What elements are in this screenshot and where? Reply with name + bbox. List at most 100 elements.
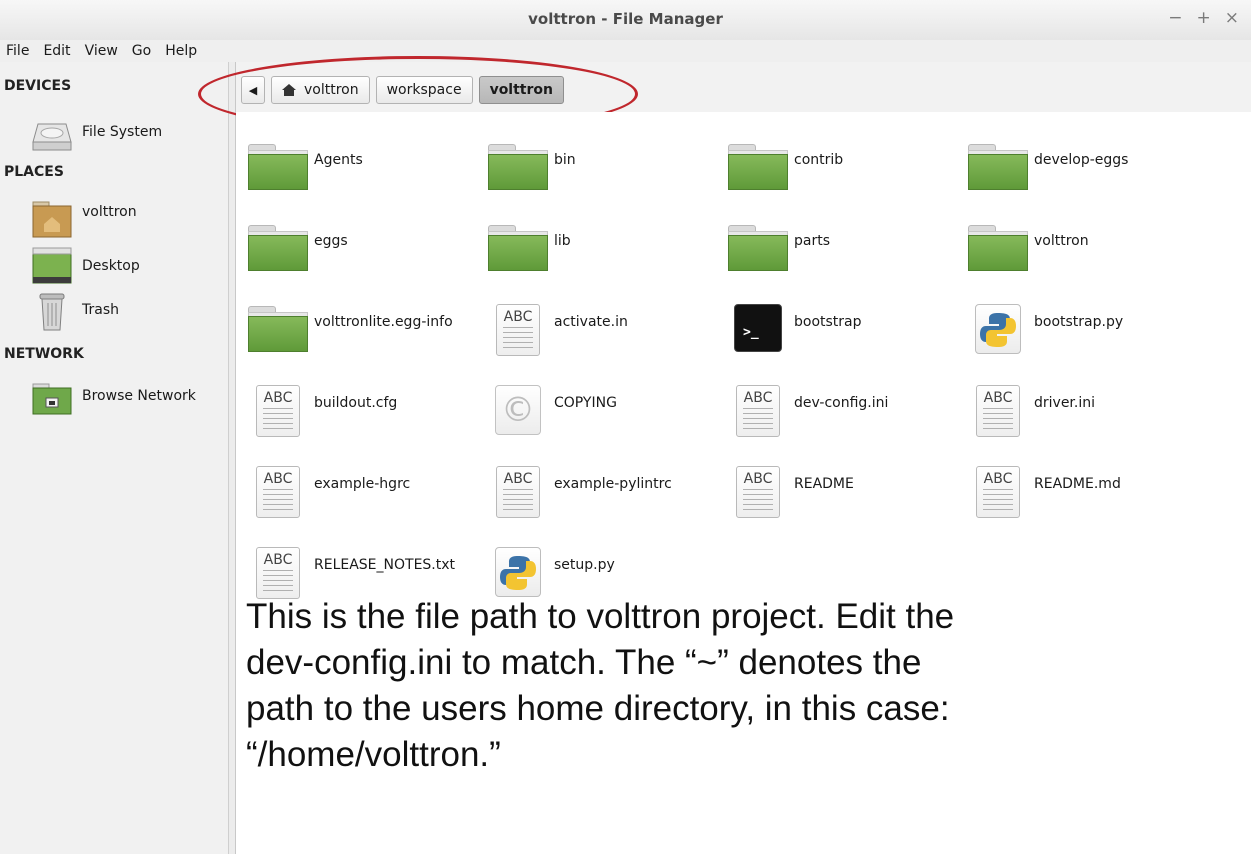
file-name: develop-eggs bbox=[1034, 152, 1129, 169]
text-file-icon: ABC bbox=[728, 466, 780, 518]
back-button[interactable]: ◀ bbox=[241, 76, 265, 104]
folder-icon bbox=[968, 223, 1028, 271]
folder-icon bbox=[488, 223, 548, 271]
section-places: PLACES bbox=[4, 164, 64, 180]
file-item[interactable]: ABC buildout.cfg bbox=[236, 377, 471, 443]
text-file-icon: ABC bbox=[728, 385, 780, 437]
python-file-icon bbox=[968, 304, 1021, 354]
file-name: lib bbox=[554, 233, 571, 250]
file-name: parts bbox=[794, 233, 831, 250]
file-name: RELEASE_NOTES.txt bbox=[314, 557, 456, 574]
file-item[interactable]: volttronlite.egg-info bbox=[236, 296, 471, 362]
file-item[interactable]: ABC activate.in bbox=[476, 296, 711, 362]
path-bar: ◀ volttron workspace volttron bbox=[241, 76, 564, 108]
crumb-workspace[interactable]: workspace bbox=[375, 76, 473, 104]
text-file-icon: ABC bbox=[248, 466, 300, 518]
sidebar-item-volttron[interactable]: volttron bbox=[32, 200, 222, 240]
file-name: Agents bbox=[314, 152, 363, 169]
file-name: setup.py bbox=[554, 557, 615, 574]
section-network: NETWORK bbox=[4, 346, 84, 362]
text-file-icon: ABC bbox=[488, 466, 540, 518]
file-name: dev-config.ini bbox=[794, 395, 889, 412]
file-item[interactable]: lib bbox=[476, 215, 711, 281]
crumb-volttron-current[interactable]: volttron bbox=[478, 76, 564, 104]
file-item[interactable]: bin bbox=[476, 134, 711, 200]
file-name: bootstrap bbox=[794, 314, 862, 331]
annotation-text: This is the file path to volttron projec… bbox=[246, 594, 1246, 778]
menu-help[interactable]: Help bbox=[165, 43, 197, 59]
folder-icon bbox=[248, 223, 308, 271]
file-item[interactable]: ABC example-hgrc bbox=[236, 458, 471, 524]
file-item[interactable]: eggs bbox=[236, 215, 471, 281]
trash-icon bbox=[39, 293, 65, 331]
file-name: bootstrap.py bbox=[1034, 314, 1124, 331]
sidebar-item-browse-network[interactable]: Browse Network bbox=[32, 382, 222, 422]
sidebar-item-trash[interactable]: Trash bbox=[32, 292, 222, 332]
file-item[interactable]: Agents bbox=[236, 134, 471, 200]
sidebar-item-label: File System bbox=[82, 124, 163, 140]
file-item[interactable]: ABC driver.ini bbox=[956, 377, 1191, 443]
file-item[interactable]: bootstrap.py bbox=[956, 296, 1191, 362]
folder-icon bbox=[968, 142, 1028, 190]
text-file-icon: ABC bbox=[248, 385, 300, 437]
file-item[interactable]: ABC example-pylintrc bbox=[476, 458, 711, 524]
text-file-icon: ABC bbox=[488, 304, 540, 356]
desktop-icon bbox=[32, 247, 72, 284]
file-name: COPYING bbox=[554, 395, 617, 412]
annotation-line-3: path to the users home directory, in thi… bbox=[246, 689, 950, 728]
menu-file[interactable]: File bbox=[6, 43, 29, 59]
crumb-home-volttron[interactable]: volttron bbox=[271, 76, 370, 104]
menu-edit[interactable]: Edit bbox=[43, 43, 70, 59]
folder-icon bbox=[248, 142, 308, 190]
sidebar-resize-handle[interactable] bbox=[229, 62, 236, 854]
file-name: example-hgrc bbox=[314, 476, 411, 493]
file-name: README.md bbox=[1034, 476, 1121, 493]
file-name: eggs bbox=[314, 233, 348, 250]
file-item[interactable]: ABC dev-config.ini bbox=[716, 377, 951, 443]
sidebar-item-desktop[interactable]: Desktop bbox=[32, 246, 222, 286]
copyright-file-icon: © bbox=[488, 385, 541, 435]
maximize-button[interactable]: + bbox=[1197, 8, 1211, 28]
menu-view[interactable]: View bbox=[85, 43, 118, 59]
section-devices: DEVICES bbox=[4, 78, 72, 94]
file-manager-window: volttron - File Manager − + × File Edit … bbox=[0, 0, 1251, 854]
file-name: contrib bbox=[794, 152, 844, 169]
annotation-line-1: This is the file path to volttron projec… bbox=[246, 597, 955, 636]
file-item[interactable]: © COPYING bbox=[476, 377, 711, 443]
file-item[interactable]: ABC README.md bbox=[956, 458, 1191, 524]
file-item[interactable]: >_ bootstrap bbox=[716, 296, 951, 362]
title-bar[interactable]: volttron - File Manager − + × bbox=[0, 0, 1251, 41]
folder-icon bbox=[728, 142, 788, 190]
file-name: bin bbox=[554, 152, 576, 169]
sidebar-item-label: Desktop bbox=[82, 258, 140, 274]
file-name: buildout.cfg bbox=[314, 395, 398, 412]
sidebar-item-label: volttron bbox=[82, 204, 137, 220]
window-title: volttron - File Manager bbox=[528, 10, 723, 28]
home-folder-icon bbox=[32, 201, 72, 238]
menu-bar: File Edit View Go Help bbox=[0, 40, 1251, 62]
file-name: volttron bbox=[1034, 233, 1089, 250]
file-name: example-pylintrc bbox=[554, 476, 672, 493]
close-button[interactable]: × bbox=[1225, 8, 1239, 28]
crumb-label: volttron bbox=[304, 82, 359, 98]
file-item[interactable]: ABC README bbox=[716, 458, 951, 524]
home-icon bbox=[282, 84, 296, 96]
folder-icon bbox=[488, 142, 548, 190]
terminal-icon: >_ bbox=[728, 304, 782, 352]
text-file-icon: ABC bbox=[968, 466, 1020, 518]
file-item[interactable]: develop-eggs bbox=[956, 134, 1191, 200]
minimize-button[interactable]: − bbox=[1168, 8, 1182, 28]
file-item[interactable]: contrib bbox=[716, 134, 951, 200]
annotation-line-4: “/home/volttron.” bbox=[246, 735, 501, 774]
file-name: README bbox=[794, 476, 854, 493]
menu-go[interactable]: Go bbox=[132, 43, 151, 59]
sidebar-item-file-system[interactable]: File System bbox=[32, 120, 222, 160]
file-name: volttronlite.egg-info bbox=[314, 314, 453, 331]
python-file-icon bbox=[488, 547, 541, 597]
folder-icon bbox=[248, 304, 308, 352]
file-item[interactable]: parts bbox=[716, 215, 951, 281]
file-item[interactable]: volttron bbox=[956, 215, 1191, 281]
text-file-icon: ABC bbox=[968, 385, 1020, 437]
file-name: activate.in bbox=[554, 314, 628, 331]
sidebar-item-label: Trash bbox=[82, 302, 119, 318]
